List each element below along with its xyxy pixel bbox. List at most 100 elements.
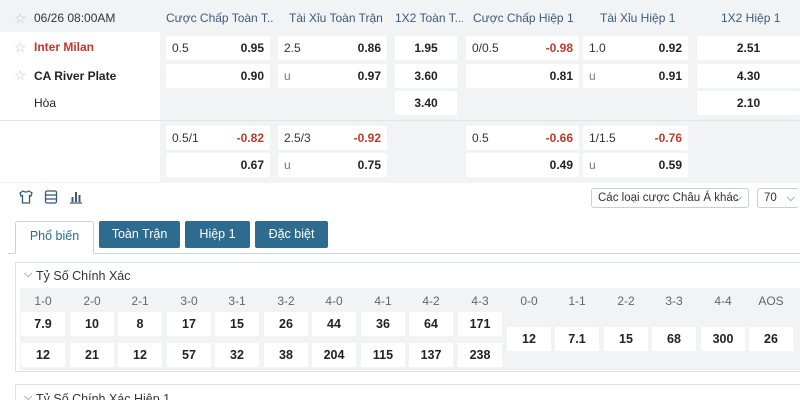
list-icon[interactable]	[43, 189, 59, 205]
score-odds[interactable]: 8	[118, 312, 162, 336]
score-label: AOS	[758, 294, 784, 308]
total-line: 1.0	[589, 41, 606, 55]
odds-cell-ou-h1-under-2[interactable]: u 0.59	[583, 153, 688, 177]
score-odds[interactable]: 15	[215, 312, 259, 336]
odds-value: -0.98	[545, 41, 573, 55]
odds-cell-ou-ft-under[interactable]: u 0.97	[278, 64, 387, 88]
odds-cell-ah-ft-away[interactable]: 0.90	[166, 64, 270, 88]
chevron-down-icon[interactable]: ⌵	[24, 268, 32, 281]
handicap-line: 0.5	[472, 131, 489, 145]
odds-cell-ah-h1-away[interactable]: 0.81	[466, 64, 579, 88]
score-odds[interactable]: 44	[312, 312, 356, 336]
odds-value: 0.86	[357, 41, 381, 55]
odds-cell-ou-ft-under-2[interactable]: u 0.75	[278, 153, 387, 177]
header-ah-half1: Cược Chấp Hiệp 1	[473, 11, 574, 25]
odds-cell-1x2-h1-draw[interactable]: 2.10	[697, 91, 800, 115]
odds-cell-1x2-ft-home[interactable]: 1.95	[395, 36, 457, 60]
score-label: 4-1	[374, 294, 392, 308]
odds-cell-ou-h1-over[interactable]: 1.0 0.92	[583, 36, 688, 60]
odds-cell-1x2-ft-draw[interactable]: 3.40	[395, 91, 457, 115]
score-label: 3-2	[277, 294, 295, 308]
score-odds[interactable]: 115	[361, 343, 405, 367]
score-label: 3-0	[180, 294, 198, 308]
score-odds[interactable]: 15	[604, 327, 648, 351]
score-odds[interactable]: 32	[215, 343, 259, 367]
handicap-line: 0/0.5	[472, 41, 499, 55]
score-odds[interactable]: 12	[507, 327, 551, 351]
tab-fulltime[interactable]: Toàn Trận	[99, 221, 180, 248]
count-value: 70	[764, 192, 777, 204]
odds-cell-1x2-h1-away[interactable]: 4.30	[697, 64, 800, 88]
odds-cell-ou-h1-under[interactable]: u 0.91	[583, 64, 688, 88]
correct-score-title[interactable]: Tỷ Số Chính Xác	[36, 269, 131, 283]
score-odds[interactable]: 68	[652, 327, 696, 351]
tab-popular[interactable]: Phổ biến	[15, 221, 94, 254]
header-ou-fulltime: Tài Xỉu Toàn Trận	[289, 11, 383, 25]
odds-table: ☆ 06/26 08:00AM Cược Chấp Toàn T... Tài …	[0, 0, 800, 183]
score-odds[interactable]: 12	[118, 343, 162, 367]
odds-cell-ou-ft-over[interactable]: 2.5 0.86	[278, 36, 387, 60]
score-odds[interactable]: 21	[70, 343, 114, 367]
odds-value: 0.49	[549, 158, 573, 172]
odds-value: -0.76	[654, 131, 682, 145]
count-select[interactable]: 70 ⌵	[757, 188, 799, 208]
odds-cell-1x2-ft-away[interactable]: 3.60	[395, 64, 457, 88]
correct-score-h1-title[interactable]: Tỷ Số Chính Xác Hiệp 1	[36, 392, 170, 400]
score-odds[interactable]: 12	[21, 343, 65, 367]
tab-half1[interactable]: Hiệp 1	[185, 221, 250, 248]
favorite-star-icon[interactable]: ☆	[14, 11, 28, 25]
score-odds[interactable]: 10	[70, 312, 114, 336]
handicap-line: 0.5/1	[172, 131, 199, 145]
favorite-home-star-icon[interactable]: ☆	[14, 40, 28, 54]
score-odds[interactable]: 26	[749, 327, 793, 351]
favorite-away-star-icon[interactable]: ☆	[14, 68, 28, 82]
jersey-icon[interactable]	[18, 189, 34, 205]
score-odds[interactable]: 7.9	[21, 312, 65, 336]
odds-value: 0.75	[357, 158, 381, 172]
away-team[interactable]: CA River Plate	[34, 69, 116, 83]
under-label: u	[284, 69, 291, 83]
score-odds[interactable]: 36	[361, 312, 405, 336]
odds-value: 0.90	[240, 69, 264, 83]
bar-chart-icon[interactable]	[68, 189, 84, 205]
odds-cell-ah-h1-home[interactable]: 0/0.5 -0.98	[466, 36, 579, 60]
score-label: 1-1	[568, 294, 586, 308]
score-label: 4-3	[471, 294, 489, 308]
score-odds[interactable]: 171	[458, 312, 502, 336]
score-odds[interactable]: 300	[701, 327, 745, 351]
score-odds[interactable]: 137	[409, 343, 453, 367]
score-odds[interactable]: 38	[264, 343, 308, 367]
score-label: 4-4	[714, 294, 732, 308]
score-odds[interactable]: 204	[312, 343, 356, 367]
chevron-down-icon[interactable]: ⌵	[24, 391, 32, 400]
score-label: 3-1	[228, 294, 246, 308]
handicap-line: 0.5	[172, 41, 189, 55]
bet-type-select[interactable]: Các loại cược Châu Á khác ⌵	[591, 188, 749, 208]
odds-cell-ah-h1-home-2[interactable]: 0.5 -0.66	[466, 126, 579, 150]
odds-cell-ah-ft-away-2[interactable]: 0.67	[166, 153, 270, 177]
odds-value: 1.95	[414, 41, 438, 55]
header-ah-fulltime: Cược Chấp Toàn T...	[166, 11, 274, 25]
score-label: 2-0	[83, 294, 101, 308]
tab-special[interactable]: Đặc biệt	[255, 221, 328, 248]
score-odds[interactable]: 17	[167, 312, 211, 336]
score-label: 4-2	[422, 294, 440, 308]
match-datetime: 06/26 08:00AM	[34, 11, 116, 25]
odds-cell-ah-ft-home[interactable]: 0.5 0.95	[166, 36, 270, 60]
odds-cell-ah-ft-home-2[interactable]: 0.5/1 -0.82	[166, 126, 270, 150]
score-label: 0-0	[520, 294, 538, 308]
odds-value: -0.66	[545, 131, 573, 145]
chevron-down-icon: ⌵	[786, 192, 795, 204]
score-odds[interactable]: 7.1	[555, 327, 599, 351]
odds-value: 3.40	[414, 96, 438, 110]
home-team[interactable]: Inter Milan	[34, 40, 94, 54]
odds-cell-ou-ft-over-2[interactable]: 2.5/3 -0.92	[278, 126, 387, 150]
odds-cell-1x2-h1-home[interactable]: 2.51	[697, 36, 800, 60]
score-label: 4-0	[325, 294, 343, 308]
score-odds[interactable]: 64	[409, 312, 453, 336]
score-odds[interactable]: 238	[458, 343, 502, 367]
score-odds[interactable]: 26	[264, 312, 308, 336]
odds-cell-ou-h1-over-2[interactable]: 1/1.5 -0.76	[583, 126, 688, 150]
odds-cell-ah-h1-away-2[interactable]: 0.49	[466, 153, 579, 177]
score-odds[interactable]: 57	[167, 343, 211, 367]
